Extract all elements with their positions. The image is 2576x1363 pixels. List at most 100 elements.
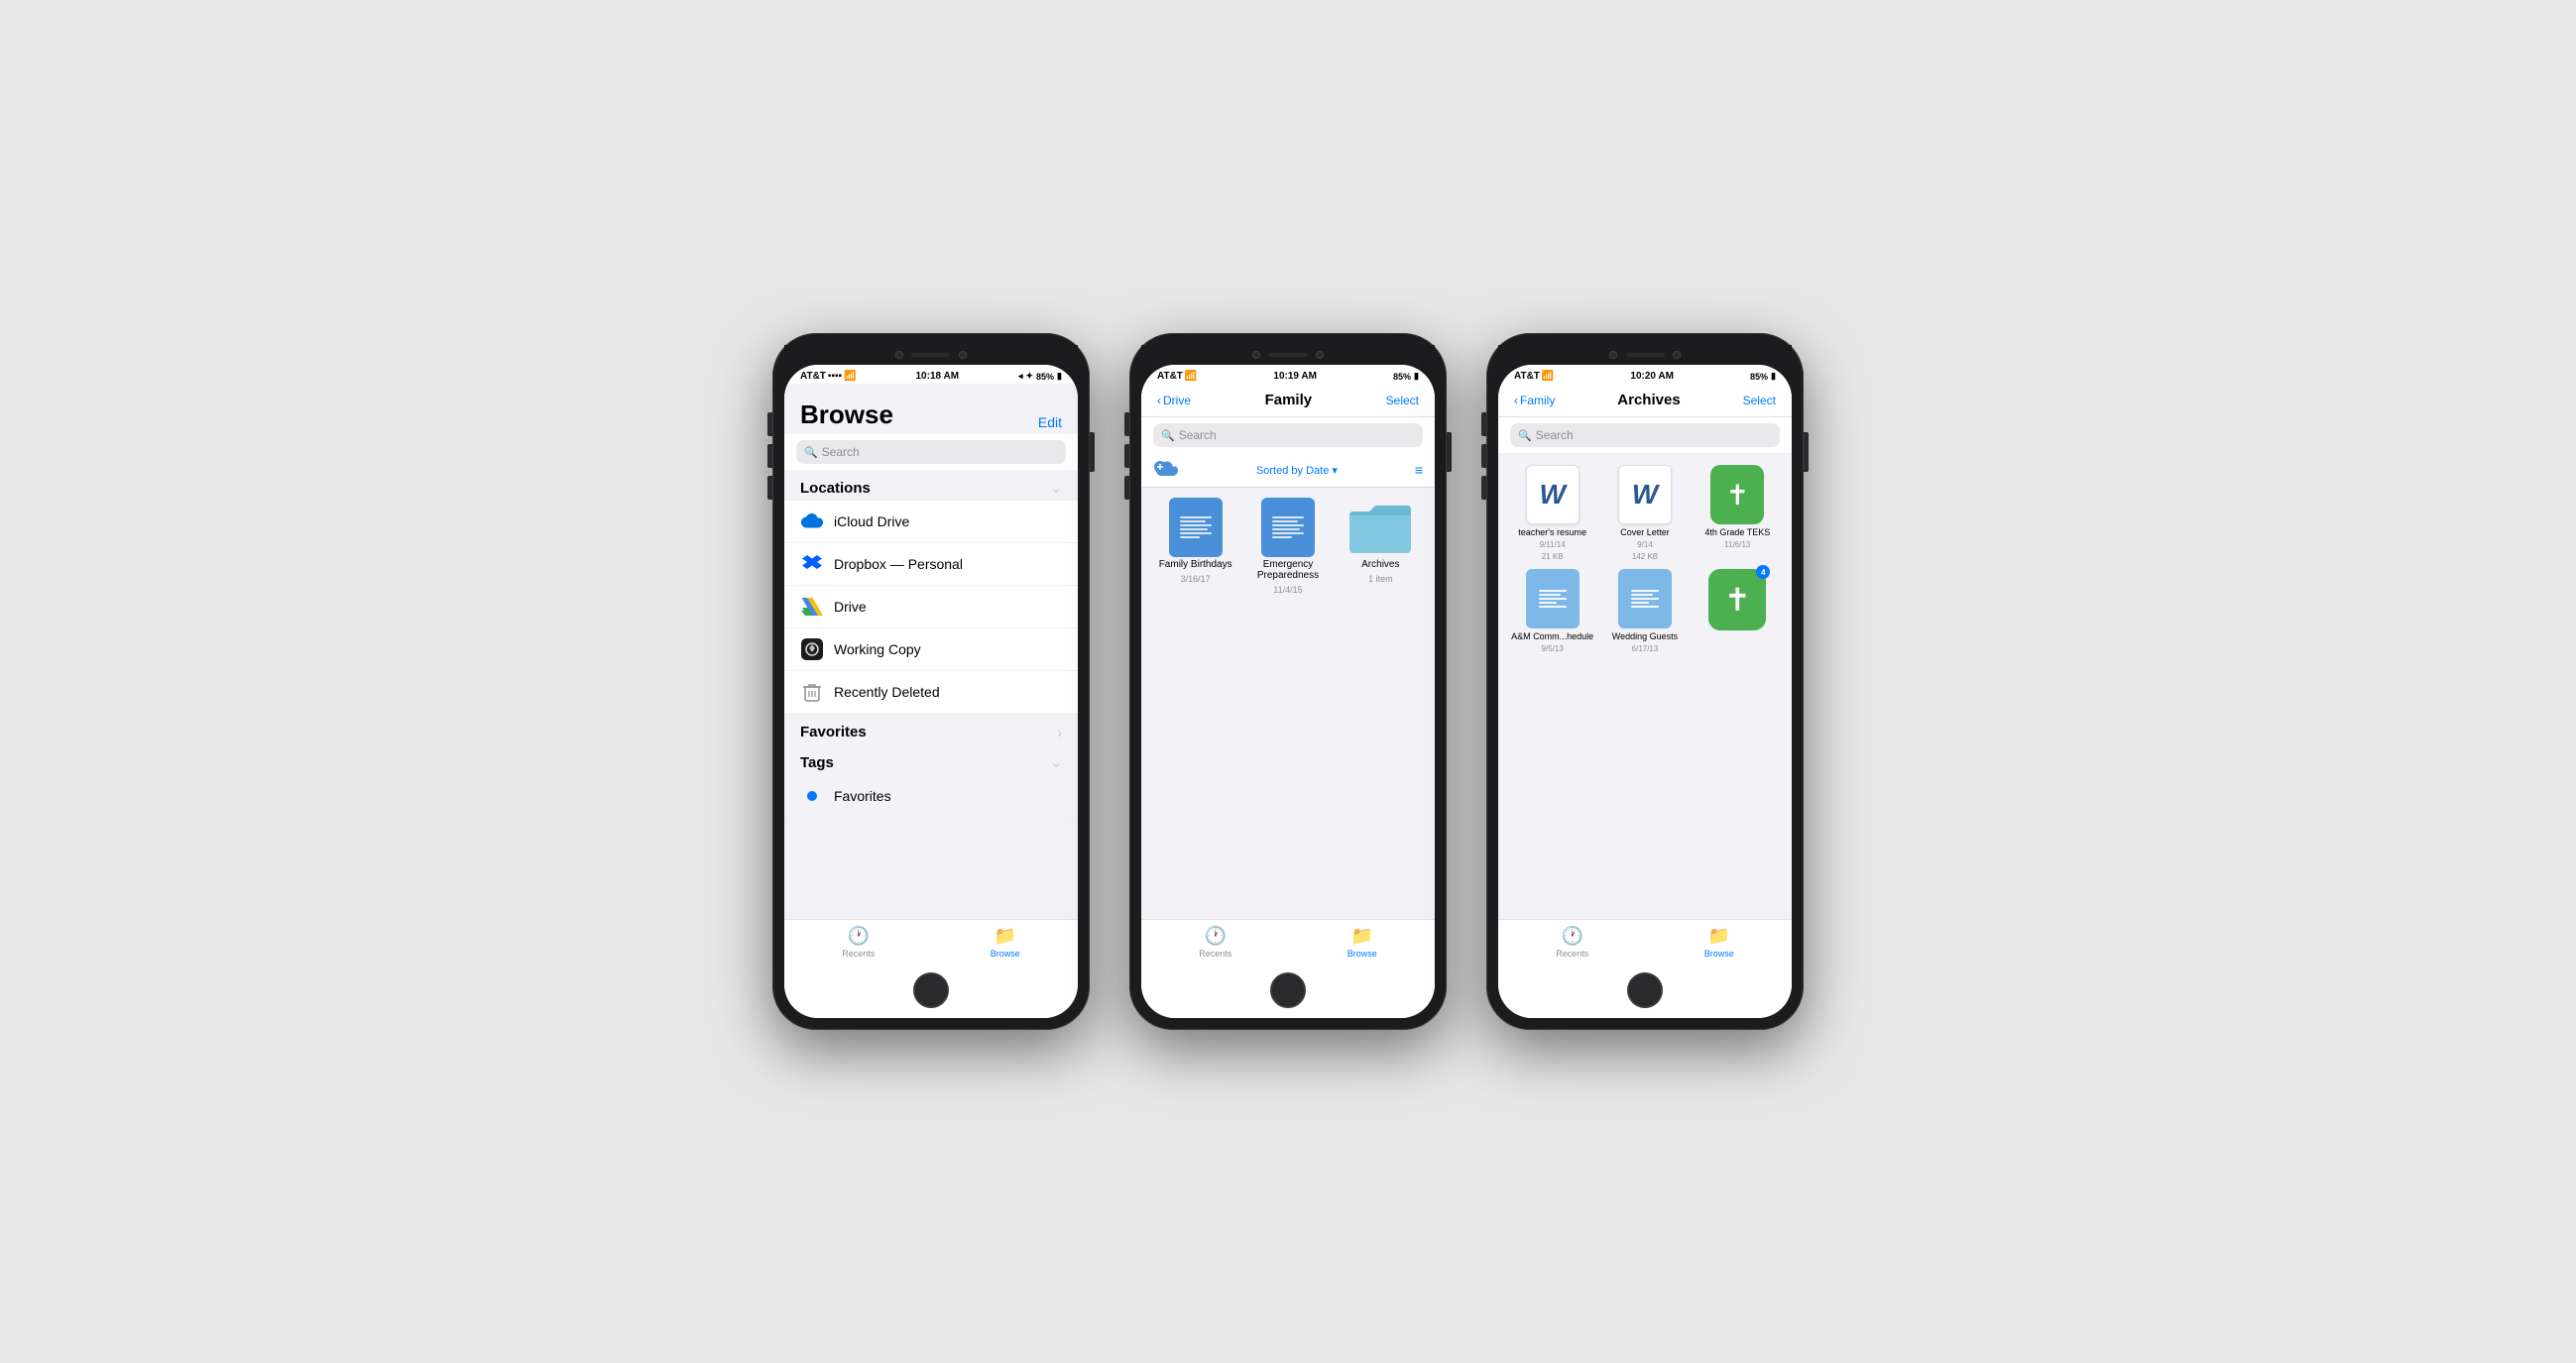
wifi-icon-3: 📶 [1542,371,1554,382]
home-button-2[interactable] [1270,972,1306,1008]
status-bar-3: AT&T 📶 10:20 AM 85% ▮ [1498,365,1792,384]
select-button-2[interactable]: Select [1386,394,1419,407]
cover-date: 9/14 [1637,540,1653,549]
side-buttons [767,412,772,500]
wedding-icon [1618,569,1672,628]
back-label-2: Drive [1163,394,1191,407]
browse-screen: Browse Edit 🔍 Search Locations ⌄ [784,384,1078,919]
word-w-1: W [1539,479,1565,511]
home-indicator-1 [784,966,1078,1018]
camera-notch [784,345,1078,365]
trash-icon [800,680,824,704]
battery-icon-3: ▮ [1771,371,1776,382]
folder-archives[interactable]: Archives 1 item [1339,500,1423,595]
tab-recents-3[interactable]: 🕐 Recents [1556,926,1588,959]
search-icon: 🔍 [804,446,818,459]
cover-name: Cover Letter [1620,527,1670,537]
wifi-icon-2: 📶 [1185,371,1197,382]
browse-icon-2: 📁 [1351,926,1373,947]
gdrive-item[interactable]: Drive [784,586,1078,628]
search-input-1[interactable]: 🔍 Search [796,440,1066,464]
phone-3: AT&T 📶 10:20 AM 85% ▮ ‹ Family Archives … [1486,333,1804,1030]
icloud-drive-item[interactable]: iCloud Drive [784,501,1078,543]
add-folder-button[interactable] [1153,459,1179,481]
home-button-1[interactable] [913,972,949,1008]
workcopy-icon [800,637,824,661]
carrier-2: AT&T [1157,371,1183,382]
search-placeholder-3: Search [1536,428,1574,442]
list-view-button[interactable]: ≡ [1415,462,1423,478]
family-title: Family [1265,392,1313,408]
power-button-2 [1447,432,1452,472]
location-icon: ◂ [1018,371,1023,382]
folder-birthdays[interactable]: Family Birthdays 3/16/17 [1153,500,1237,595]
archives-count: 1 item [1368,574,1393,584]
teks-icon: ✝ [1710,465,1764,524]
tags-chevron[interactable]: ⌄ [1050,754,1062,771]
battery-2: 85% [1393,372,1411,382]
file-resume[interactable]: W teacher's resume 9/11/14 21 KB [1510,465,1594,561]
battery-3: 85% [1750,372,1768,382]
emergency-date: 11/4/15 [1273,585,1302,595]
birthdays-icon [1161,500,1230,555]
search-bar-2: 🔍 Search [1141,417,1435,453]
home-indicator-3 [1498,966,1792,1018]
browse-label-2: Browse [1347,949,1377,959]
status-right-2: 85% ▮ [1393,371,1419,382]
wifi-icon: 📶 [844,371,856,382]
back-label-3: Family [1520,394,1555,407]
file-popup[interactable]: ✝ 4 [1696,569,1780,653]
tab-browse-2[interactable]: 📁 Browse [1347,926,1377,959]
recents-label: Recents [842,949,875,959]
battery: 85% [1036,372,1054,382]
workcopy-label: Working Copy [834,641,921,657]
tab-browse-3[interactable]: 📁 Browse [1704,926,1734,959]
birthdays-date: 3/16/17 [1181,574,1211,584]
select-button-3[interactable]: Select [1743,394,1776,407]
back-button-2[interactable]: ‹ Drive [1157,394,1191,407]
power-button-3 [1804,432,1809,472]
folder-emergency[interactable]: Emergency Preparedness 11/4/15 [1245,500,1330,595]
resume-name: teacher's resume [1518,527,1586,537]
favorites-tag-item[interactable]: Favorites [784,775,1078,818]
search-input-3[interactable]: 🔍 Search [1510,423,1780,447]
comm-name: A&M Comm...hedule [1511,631,1593,641]
locations-chevron[interactable]: ⌄ [1050,480,1062,497]
browse-label: Browse [991,949,1020,959]
tab-recents-1[interactable]: 🕐 Recents [842,926,875,959]
back-button-3[interactable]: ‹ Family [1514,394,1555,407]
file-teks[interactable]: ✝ 4th Grade TEKS 11/6/13 [1696,465,1780,561]
file-comm[interactable]: A&M Comm...hedule 9/5/13 [1510,569,1594,653]
file-wedding[interactable]: Wedding Guests 6/17/13 [1602,569,1687,653]
dropbox-item[interactable]: Dropbox — Personal [784,543,1078,586]
birthdays-name: Family Birthdays [1159,559,1232,570]
battery-icon-2: ▮ [1414,371,1419,382]
edit-button[interactable]: Edit [1038,414,1062,430]
search-placeholder-2: Search [1179,428,1217,442]
cross-symbol-1: ✝ [1726,479,1749,511]
back-chevron-3: ‹ [1514,394,1518,407]
file-cover[interactable]: W Cover Letter 9/14 142 KB [1602,465,1687,561]
search-input-2[interactable]: 🔍 Search [1153,423,1423,447]
word-w-2: W [1632,479,1658,511]
tab-bar-1: 🕐 Recents 📁 Browse [784,919,1078,966]
favorites-chevron[interactable]: › [1057,725,1062,740]
recently-deleted-item[interactable]: Recently Deleted [784,671,1078,714]
tags-header: Tags ⌄ [784,744,1078,775]
status-right: ◂ ✦ 85% ▮ [1018,371,1062,382]
power-button [1090,432,1095,472]
archives-icon [1346,500,1415,555]
bt-icon: ✦ [1025,371,1033,382]
sort-button[interactable]: Sorted by Date ▾ [1256,464,1338,477]
tab-recents-2[interactable]: 🕐 Recents [1199,926,1231,959]
browse-icon-3: 📁 [1708,926,1730,947]
emergency-name: Emergency Preparedness [1245,559,1330,581]
home-button-3[interactable] [1627,972,1663,1008]
tab-bar-3: 🕐 Recents 📁 Browse [1498,919,1792,966]
status-bar-2: AT&T 📶 10:19 AM 85% ▮ [1141,365,1435,384]
recents-icon-2: 🕐 [1205,926,1227,947]
comm-icon [1526,569,1580,628]
tab-browse-1[interactable]: 📁 Browse [991,926,1020,959]
workcopy-item[interactable]: Working Copy [784,628,1078,671]
recents-label-3: Recents [1556,949,1588,959]
